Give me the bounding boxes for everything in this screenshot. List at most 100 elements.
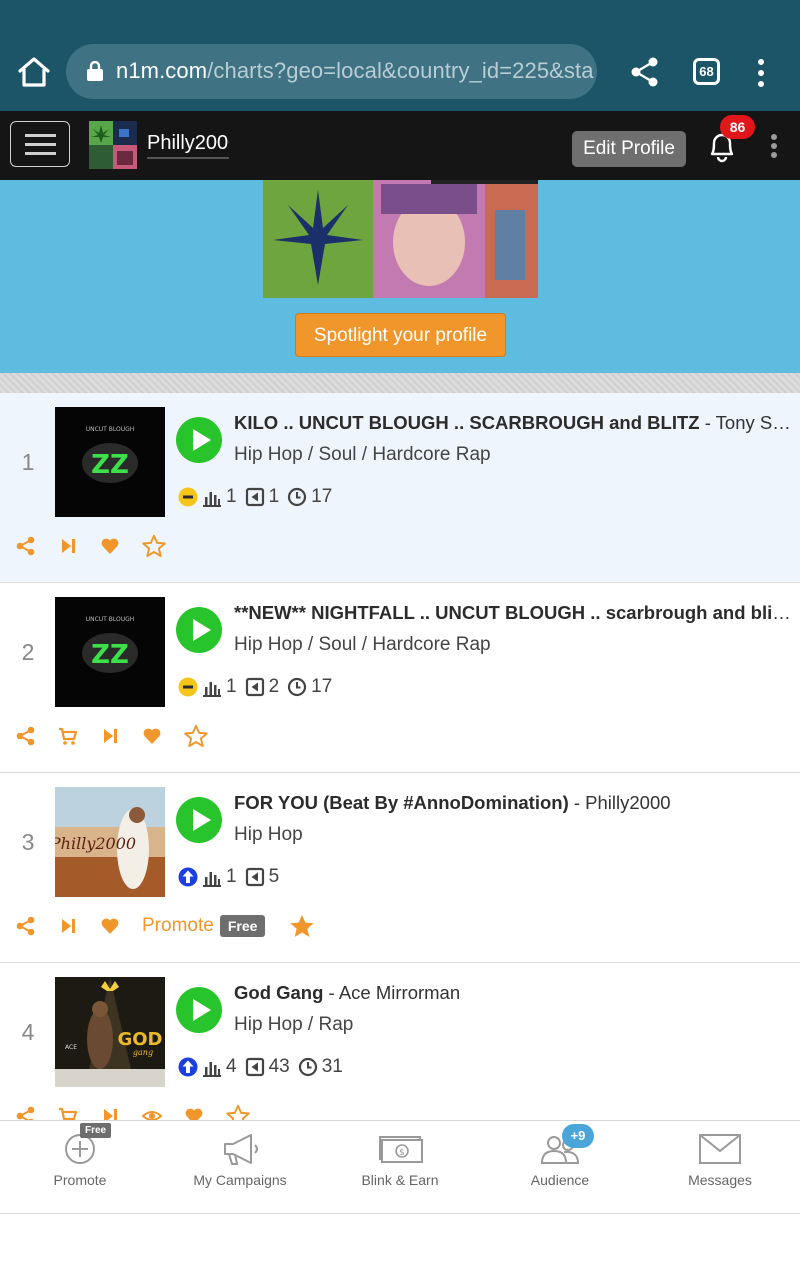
chart-bars-icon [203,492,221,507]
avatar[interactable] [89,121,137,169]
chart-position-value: 1 [226,676,237,697]
neutral-trend-icon [178,677,198,697]
track-row[interactable]: 1 UNCUT BLOUGH ZZ KILO .. UNCUT BLOUGH .… [0,393,800,583]
previous-position-value: 43 [268,1056,290,1077]
nav-my-campaigns[interactable]: My Campaigns [160,1121,320,1215]
add-to-playlist-icon[interactable] [100,726,120,746]
track-cover-image[interactable]: GOD gang ACE [55,977,165,1087]
chart-bars-icon [203,682,221,697]
track-rank: 3 [21,829,35,855]
clock-icon [288,487,307,507]
share-icon[interactable] [16,726,36,746]
share-icon[interactable] [16,916,36,936]
clock-icon [288,677,307,697]
svg-text:Philly2000: Philly2000 [55,834,136,853]
nav-audience[interactable]: Audience [480,1121,640,1215]
track-stats: 1 2 17 [178,675,340,699]
track-stats: 4 43 31 [178,1055,351,1079]
previous-position-icon [245,1057,264,1077]
nav-label: Messages [688,1172,752,1188]
track-title[interactable]: God Gang - Ace Mirrorman [234,982,796,1004]
svg-text:gang: gang [133,1048,153,1057]
profile-cover-image [263,180,538,298]
trend-up-icon [178,1057,198,1077]
lock-icon [87,61,103,81]
previous-position-value: 2 [268,676,280,697]
nav-label: Audience [530,1172,590,1188]
play-button[interactable] [175,986,223,1034]
share-icon[interactable] [630,56,660,88]
track-genre: Hip Hop / Soul / Hardcore Rap [234,444,491,465]
svg-text:ZZ: ZZ [91,450,129,480]
spotlight-profile-button[interactable]: Spotlight your profile [295,313,506,357]
previous-position-icon [245,867,264,887]
track-title[interactable]: **NEW** NIGHTFALL .. UNCUT BLOUGH .. sca… [234,602,796,624]
neutral-trend-icon [178,487,198,507]
username-link[interactable]: Philly2000 [147,132,229,159]
track-title[interactable]: KILO .. UNCUT BLOUGH .. SCARBROUGH and B… [234,412,796,434]
track-rank: 1 [21,449,35,475]
nav-label: Promote [53,1172,107,1188]
chart-bars-icon [203,872,221,887]
heart-icon[interactable] [142,726,162,746]
heart-icon[interactable] [100,916,120,936]
track-row[interactable]: 4 GOD gang ACE God Gang - Ace Mirrorman … [0,963,800,1123]
star-outline-icon[interactable] [184,724,208,748]
section-divider [0,373,800,393]
audience-count-badge: +9 [562,1124,594,1148]
more-options-icon[interactable] [768,133,780,159]
track-rank: 2 [21,639,35,665]
track-cover-image[interactable]: UNCUT BLOUGH ZZ [55,597,165,707]
track-row[interactable]: 2 UNCUT BLOUGH ZZ **NEW** NIGHTFALL .. U… [0,583,800,773]
star-filled-icon[interactable] [289,913,315,939]
track-cover-image[interactable]: Philly2000 [55,787,165,897]
clock-icon [298,1057,317,1077]
svg-text:UNCUT BLOUGH: UNCUT BLOUGH [86,426,135,433]
bottom-navigation: Free Promote My Campaigns $ Blink & Earn… [0,1120,800,1214]
play-button[interactable] [175,416,223,464]
weeks-on-chart-value: 31 [321,1056,343,1077]
track-stats: 1 5 [178,865,287,889]
profile-banner: Spotlight your profile [0,180,800,373]
star-outline-icon[interactable] [142,534,166,558]
cart-icon[interactable] [58,726,78,746]
nav-promote[interactable]: Free Promote [0,1121,160,1215]
add-to-playlist-icon[interactable] [58,536,78,556]
track-genre: Hip Hop / Soul / Hardcore Rap [234,634,491,655]
promote-link[interactable]: Promote [142,915,214,937]
track-stats: 1 1 17 [178,485,340,509]
track-cover-image[interactable]: UNCUT BLOUGH ZZ [55,407,165,517]
money-icon: $ [379,1136,423,1163]
tab-switcher-button[interactable]: 68 [693,58,720,85]
track-row[interactable]: 3 Philly2000 FOR YOU (Beat By #AnnoDomin… [0,773,800,963]
weeks-on-chart-value: 17 [311,486,333,507]
notification-count-badge: 86 [720,115,755,139]
add-to-playlist-icon[interactable] [58,916,78,936]
address-bar[interactable]: n1m.com/charts?geo=local&country_id=225&… [66,44,597,99]
chart-position-value: 4 [226,1056,237,1077]
weeks-on-chart-value: 17 [311,676,333,697]
play-button[interactable] [175,796,223,844]
svg-text:GOD: GOD [117,1029,162,1050]
track-actions [16,529,188,563]
share-icon[interactable] [16,536,36,556]
heart-icon[interactable] [100,536,120,556]
previous-position-icon [245,677,264,697]
browser-menu-icon[interactable] [752,58,770,88]
previous-position-value: 5 [268,866,280,887]
track-title[interactable]: FOR YOU (Beat By #AnnoDomination) - Phil… [234,792,796,814]
track-genre: Hip Hop / Rap [234,1014,354,1035]
free-badge: Free [219,915,266,937]
nav-messages[interactable]: Messages [640,1121,800,1215]
hamburger-menu-button[interactable] [10,121,70,167]
nav-label: Blink & Earn [361,1172,439,1188]
track-actions [16,719,230,753]
home-icon[interactable] [16,54,52,90]
edit-profile-button[interactable]: Edit Profile [572,131,686,167]
svg-text:$: $ [399,1148,405,1158]
track-genre: Hip Hop [234,824,303,845]
browser-toolbar: n1m.com/charts?geo=local&country_id=225&… [0,0,800,111]
previous-position-value: 1 [268,486,280,507]
play-button[interactable] [175,606,223,654]
nav-blink-earn[interactable]: $ Blink & Earn [320,1121,480,1215]
